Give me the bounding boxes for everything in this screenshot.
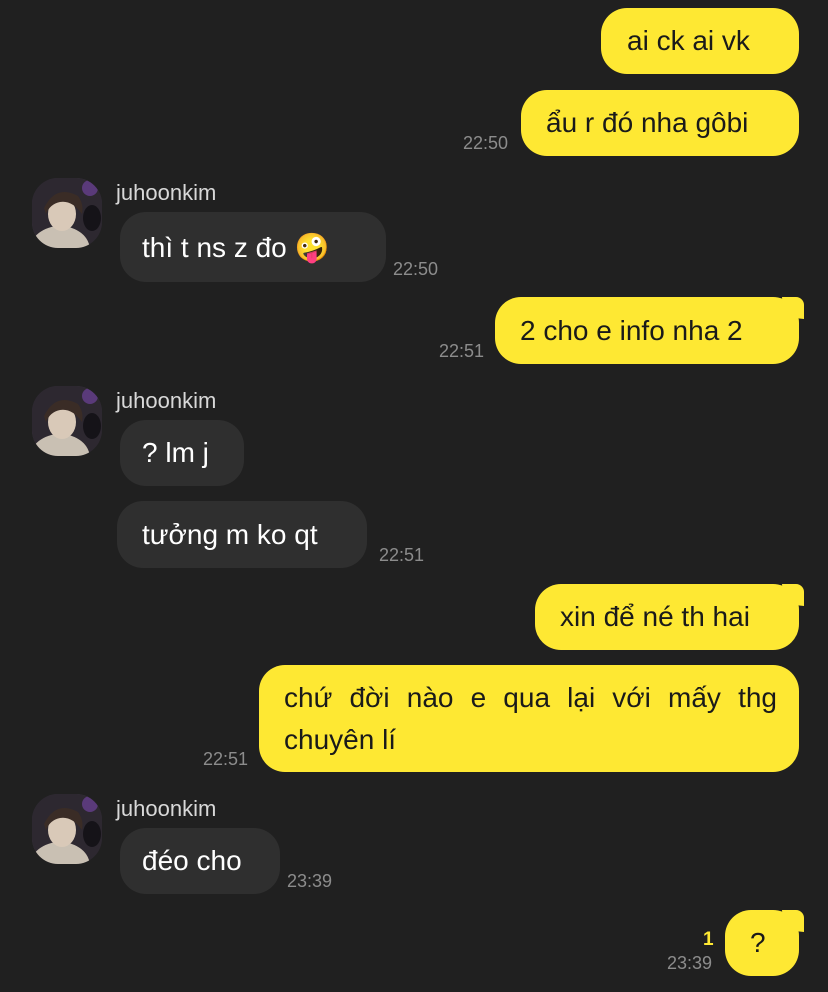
message-text: chứ đời nào e qua lại với mấy thg chuyên… (284, 682, 777, 755)
message-bubble-incoming[interactable]: thì t ns z đo 🤪 (120, 212, 386, 282)
message-text: thì t ns z đo 🤪 (142, 232, 330, 263)
message-text: ai ck ai vk (627, 25, 750, 56)
message-text: 2 cho e info nha 2 (520, 315, 743, 346)
message-text: ? lm j (142, 437, 209, 468)
message-text: đéo cho (142, 845, 242, 876)
message-time: 22:50 (463, 133, 509, 153)
message-bubble-outgoing[interactable]: ẩu r đó nha gôbi (521, 90, 799, 156)
profile-photo-icon (32, 178, 102, 248)
profile-photo-icon (32, 794, 102, 864)
avatar[interactable] (32, 794, 102, 864)
message-text: ẩu r đó nha gôbi (546, 107, 749, 138)
avatar[interactable] (32, 178, 102, 248)
message-time: 22:50 (393, 259, 439, 279)
contact-name[interactable]: juhoonkim (116, 180, 216, 206)
message-text: xin để né th hai (560, 601, 750, 632)
message-time: 23:39 (287, 871, 333, 891)
message-bubble-outgoing[interactable]: chứ đời nào e qua lại với mấy thg chuyên… (259, 665, 799, 772)
message-text: ? (750, 927, 766, 958)
message-bubble-outgoing[interactable]: ai ck ai vk (601, 8, 799, 74)
message-time: 22:51 (439, 341, 485, 361)
profile-photo-icon (32, 386, 102, 456)
contact-name[interactable]: juhoonkim (116, 388, 216, 414)
message-text: tưởng m ko qt (142, 519, 318, 550)
message-time: 22:51 (379, 545, 425, 565)
message-time: 22:51 (203, 749, 249, 769)
message-bubble-incoming[interactable]: ? lm j (120, 420, 244, 486)
message-bubble-outgoing[interactable]: xin để né th hai (535, 584, 799, 650)
avatar[interactable] (32, 386, 102, 456)
message-bubble-outgoing[interactable]: 2 cho e info nha 2 (495, 297, 799, 364)
message-time: 23:39 (667, 953, 713, 973)
message-bubble-incoming[interactable]: đéo cho (120, 828, 280, 894)
message-bubble-incoming[interactable]: tưởng m ko qt (117, 501, 367, 568)
contact-name[interactable]: juhoonkim (116, 796, 216, 822)
unread-count: 1 (703, 929, 714, 950)
